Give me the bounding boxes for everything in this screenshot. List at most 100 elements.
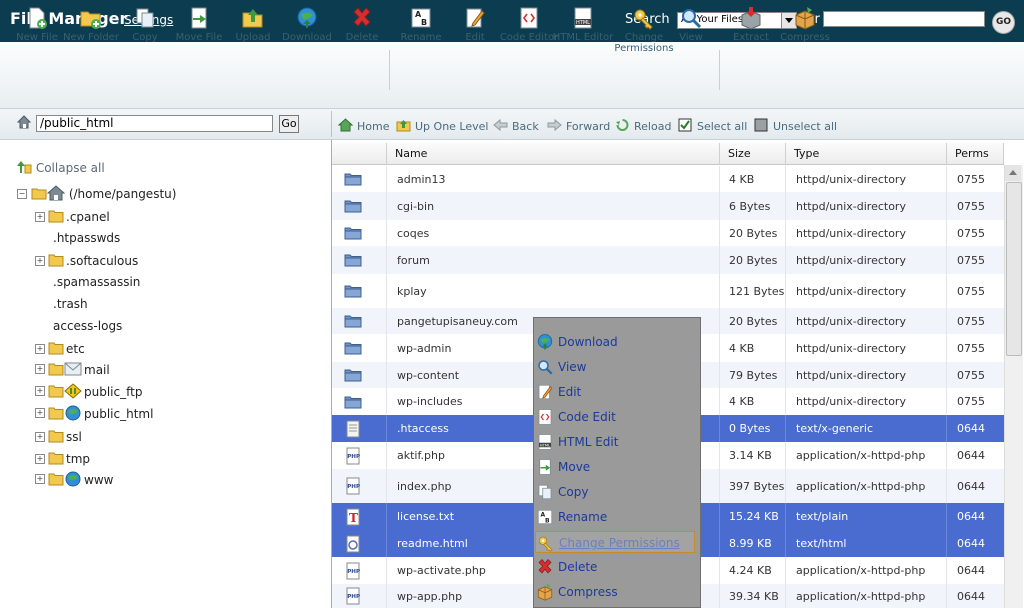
file-perms[interactable]: 0755 — [957, 334, 985, 362]
file-perms[interactable]: 0755 — [957, 220, 985, 246]
tree-expand-toggle[interactable]: + — [35, 432, 45, 442]
folder-icon — [48, 210, 64, 223]
file-name[interactable]: cgi-bin — [397, 192, 434, 220]
unselect-all-button[interactable]: Unselect all — [754, 118, 837, 133]
tree-item-dot-spamassassin[interactable]: .spamassassin — [51, 275, 140, 289]
search-input[interactable] — [823, 11, 985, 27]
up-one-level-button[interactable]: Up One Level — [396, 118, 488, 133]
file-name[interactable]: admin13 — [397, 166, 445, 192]
perms-column-header[interactable]: Perms — [947, 143, 1004, 165]
select-all-button[interactable]: Select all — [678, 118, 747, 133]
tree-expand-toggle[interactable]: + — [35, 212, 45, 222]
file-perms[interactable]: 0755 — [957, 192, 985, 220]
search-go-button[interactable]: GO — [992, 11, 1015, 34]
context-menu-code-edit[interactable]: Code Edit — [535, 406, 695, 428]
context-menu-compress[interactable]: Compress — [535, 581, 695, 603]
file-name[interactable]: .htaccess — [397, 415, 449, 442]
file-name[interactable]: wp-admin — [397, 334, 451, 362]
path-input[interactable]: /public_html — [36, 115, 273, 132]
context-menu-delete[interactable]: Delete — [535, 556, 695, 578]
context-menu-edit[interactable]: Edit — [535, 381, 695, 403]
file-perms[interactable]: 0644 — [957, 584, 985, 608]
toolbar-compress-button[interactable]: Compress — [773, 6, 837, 43]
file-name[interactable]: kplay — [397, 274, 427, 308]
folder-icon — [344, 342, 362, 355]
file-perms[interactable]: 0755 — [957, 308, 985, 334]
file-perms[interactable]: 0644 — [957, 442, 985, 469]
context-menu-view[interactable]: View — [535, 356, 695, 378]
file-perms[interactable]: 0644 — [957, 503, 985, 530]
toolbar-view-button[interactable]: View — [659, 6, 723, 43]
file-name[interactable]: aktif.php — [397, 442, 445, 469]
scroll-up-arrow[interactable] — [1005, 165, 1021, 181]
toolbar-delete-button[interactable]: Delete — [330, 6, 394, 43]
tree-expand-toggle[interactable]: + — [35, 364, 45, 374]
context-menu-download[interactable]: Download — [535, 331, 695, 353]
file-perms[interactable]: 0755 — [957, 274, 985, 308]
reload-button[interactable]: Reload — [615, 118, 671, 133]
file-perms[interactable]: 0644 — [957, 469, 985, 503]
column-divider — [386, 469, 387, 503]
table-row[interactable]: forum 20 Bytes httpd/unix-directory 0755 — [332, 246, 1004, 274]
tree-item-tmp[interactable]: tmp — [48, 451, 90, 466]
tree-expand-toggle[interactable]: + — [35, 474, 45, 484]
tree-root[interactable]: (/home/pangestu) — [31, 185, 176, 201]
file-name[interactable]: wp-includes — [397, 388, 463, 415]
file-perms[interactable]: 0644 — [957, 530, 985, 557]
tree-expand-toggle[interactable]: + — [35, 344, 45, 354]
file-name[interactable]: readme.html — [397, 530, 468, 557]
tree-item-public_ftp[interactable]: public_ftp — [48, 383, 142, 399]
folder-icon — [344, 369, 362, 382]
file-name[interactable]: wp-activate.php — [397, 557, 486, 584]
tree-item-public_html[interactable]: public_html — [48, 405, 153, 421]
file-name[interactable]: coqes — [397, 220, 429, 246]
file-name[interactable]: wp-content — [397, 362, 459, 388]
tree-item-dot-htpasswds[interactable]: .htpasswds — [51, 231, 120, 245]
tree-expand-toggle[interactable]: + — [35, 454, 45, 464]
table-row[interactable]: cgi-bin 6 Bytes httpd/unix-directory 075… — [332, 192, 1004, 220]
collapse-all-button[interactable]: Collapse all — [16, 160, 105, 175]
tree-expand-toggle[interactable]: + — [35, 256, 45, 266]
context-menu-html-edit[interactable]: HTML HTML Edit — [535, 431, 695, 453]
file-name[interactable]: forum — [397, 246, 430, 274]
file-perms[interactable]: 0755 — [957, 388, 985, 415]
back-button[interactable]: Back — [493, 118, 539, 133]
context-menu-copy[interactable]: Copy — [535, 481, 695, 503]
home-nav-button[interactable]: Home — [337, 118, 389, 133]
tree-item-www[interactable]: www — [48, 471, 113, 487]
file-perms[interactable]: 0755 — [957, 166, 985, 192]
tree-item-dot-softaculous[interactable]: .softaculous — [48, 253, 138, 268]
context-menu-change-permissions[interactable]: Change Permissions — [535, 531, 695, 553]
tree-collapse-toggle[interactable]: − — [17, 189, 27, 199]
tree-item-etc[interactable]: etc — [48, 341, 85, 356]
type-column-header[interactable]: Type — [786, 143, 947, 165]
context-menu-move[interactable]: Move — [535, 456, 695, 478]
context-menu-label: Download — [558, 335, 618, 349]
path-go-button[interactable]: Go — [279, 115, 299, 133]
tree-expand-toggle[interactable]: + — [35, 408, 45, 418]
forward-button[interactable]: Forward — [547, 118, 610, 133]
toolbar-html-editor-button[interactable]: HTML HTML Editor — [551, 6, 615, 43]
file-perms[interactable]: 0644 — [957, 557, 985, 584]
file-perms[interactable]: 0755 — [957, 362, 985, 388]
file-name[interactable]: license.txt — [397, 503, 454, 530]
tree-expand-toggle[interactable]: + — [35, 386, 45, 396]
file-name[interactable]: pangetupisaneuy.com — [397, 308, 518, 334]
context-menu-rename[interactable]: A B Rename — [535, 506, 695, 528]
tree-item-dot-trash[interactable]: .trash — [51, 297, 88, 311]
tree-item-ssl[interactable]: ssl — [48, 429, 82, 444]
table-row[interactable]: coqes 20 Bytes httpd/unix-directory 0755 — [332, 220, 1004, 246]
tree-item-dot-cpanel[interactable]: .cpanel — [48, 209, 110, 224]
table-row[interactable]: admin13 4 KB httpd/unix-directory 0755 — [332, 166, 1004, 192]
tree-item-access-logs[interactable]: access-logs — [51, 319, 122, 333]
file-name[interactable]: wp-app.php — [397, 584, 462, 608]
file-perms[interactable]: 0755 — [957, 246, 985, 274]
table-row[interactable]: kplay 121 Bytes httpd/unix-directory 075… — [332, 274, 1004, 308]
file-name[interactable]: index.php — [397, 469, 452, 503]
file-perms[interactable]: 0644 — [957, 415, 985, 442]
size-column-header[interactable]: Size — [720, 143, 786, 165]
scroll-thumb[interactable] — [1006, 182, 1022, 356]
name-column-header[interactable]: Name — [387, 143, 720, 165]
txt-file-icon: T — [346, 508, 360, 525]
tree-item-mail[interactable]: mail — [48, 361, 110, 377]
